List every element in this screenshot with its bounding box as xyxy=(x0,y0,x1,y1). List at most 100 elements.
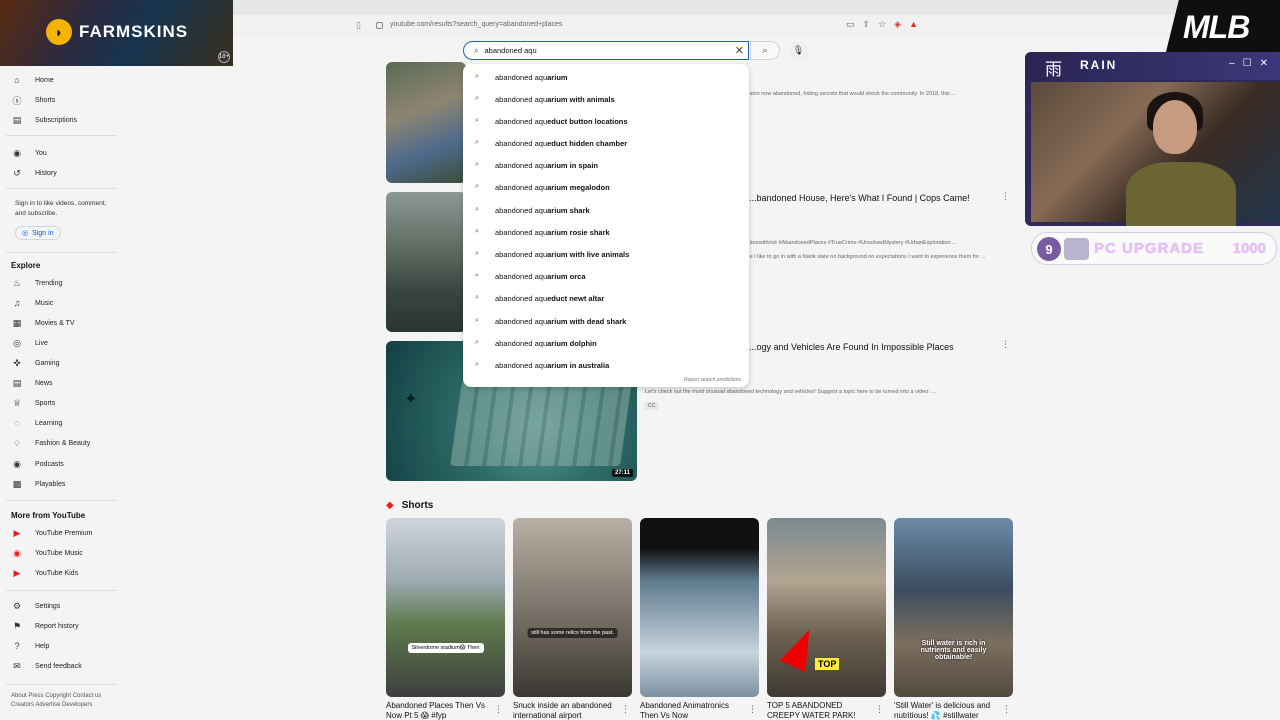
short-title[interactable]: Abandoned Places Then Vs Now Pt 5 😱 #fyp xyxy=(386,701,490,720)
bookmark-icon[interactable]: ▯ xyxy=(356,20,361,31)
suggestion-item[interactable]: ⌕ abandoned aqu arium shark xyxy=(463,200,749,220)
suggestion-item[interactable]: ⌕ abandoned aqu arium with live animals xyxy=(463,244,749,264)
more-options-icon[interactable]: ⋮ xyxy=(875,704,884,715)
close-icon: ✕ xyxy=(1259,58,1268,69)
suggestion-item[interactable]: ⌕ abandoned aqu arium megalodon xyxy=(463,177,749,197)
farmskins-text: FARMSKINS xyxy=(79,22,189,41)
signin-prompt: Sign in to like videos, comment, and sub… xyxy=(15,200,107,217)
suggestion-item[interactable]: ⌕ abandoned aqu arium in australia xyxy=(463,355,749,375)
more-options-icon[interactable]: ⋮ xyxy=(748,704,757,715)
short-title[interactable]: TOP 5 ABANDONED CREEPY WATER PARK! xyxy=(767,701,871,720)
suggestion-item[interactable]: ⌕ abandoned aqu arium in spain xyxy=(463,155,749,175)
star-icon[interactable]: ☆ xyxy=(878,19,886,30)
sidebar-item-home[interactable]: ⌂ Home xyxy=(11,72,53,88)
sidebar-item-you[interactable]: ◉ You xyxy=(11,145,47,161)
short-thumbnail[interactable]: TOP xyxy=(767,518,886,697)
short-title[interactable]: Abandoned Animatronics Then Vs Now xyxy=(640,701,744,720)
sidebar-item-music[interactable]: ♫ Music xyxy=(11,295,54,311)
sidebar-item-feedback[interactable]: ✉ Send feedback xyxy=(11,658,81,674)
youtube-kids-icon: ▶ xyxy=(13,567,21,578)
short-thumbnail[interactable] xyxy=(640,518,759,697)
more-from-youtube-title: More from YouTube xyxy=(11,511,86,520)
short-thumbnail[interactable]: Silverdome stadium😱 Then xyxy=(386,518,505,697)
suggestion-item[interactable]: ⌕ abandoned aqu arium orca xyxy=(463,266,749,286)
search-input[interactable]: ⌕ abandoned aqu ✕ xyxy=(463,41,749,60)
suggestion-item[interactable]: ⌕ abandoned aqu educt newt altar xyxy=(463,288,749,308)
mlb-text: MLB xyxy=(1183,9,1250,45)
upgrade-label: PC UPGRADE xyxy=(1094,240,1205,257)
result-description: ...sion now abandoned, hiding secrets th… xyxy=(745,91,956,97)
help-icon: ? xyxy=(14,641,20,651)
suggestion-item[interactable]: ⌕ abandoned aqu arium rosie shark xyxy=(463,222,749,242)
podcasts-icon: ◉ xyxy=(13,458,21,469)
microphone-icon: 🎙 xyxy=(792,45,805,55)
footer-links[interactable]: About Press Copyright Contact us Creator… xyxy=(11,692,111,710)
tab-strip xyxy=(233,0,1280,15)
alert-icon[interactable]: ▲ xyxy=(909,19,918,30)
suggestion-item[interactable]: ⌕ abandoned aqu arium dolphin xyxy=(463,333,749,353)
short-thumbnail[interactable]: still has some relics from the past. xyxy=(513,518,632,697)
more-options-icon[interactable]: ⋮ xyxy=(1001,191,1010,202)
short-title[interactable]: 'Still Water' is delicious and nutritiou… xyxy=(894,701,998,720)
report-search-predictions[interactable]: Report search predictions xyxy=(684,377,741,383)
result-title[interactable]: ...bandoned House, Here's What I Found |… xyxy=(749,193,970,203)
sidebar-item-podcasts[interactable]: ◉ Podcasts xyxy=(11,456,64,472)
share-icon[interactable]: ⇪ xyxy=(863,19,871,30)
more-options-icon[interactable]: ⋮ xyxy=(1001,339,1010,350)
short-title[interactable]: Snuck inside an abandoned international … xyxy=(513,701,617,720)
age-rating-badge: 18+ xyxy=(218,51,230,63)
short-caption: TOP xyxy=(815,658,840,670)
result-title[interactable]: ...ogy and Vehicles Are Found In Impossi… xyxy=(749,342,954,352)
webcam-feed xyxy=(1031,82,1280,226)
more-options-icon[interactable]: ⋮ xyxy=(1002,704,1011,715)
shorts-icon: ⓢ xyxy=(12,95,22,106)
address-url[interactable]: youtube.com/results?search_query=abandon… xyxy=(390,21,562,28)
sidebar-item-settings[interactable]: ⚙ Settings xyxy=(11,598,60,614)
voice-search-button[interactable]: 🎙 xyxy=(789,41,808,60)
result-thumbnail[interactable] xyxy=(386,192,466,332)
sidebar-item-history[interactable]: ↺ History xyxy=(11,165,57,181)
sidebar-item-help[interactable]: ? Help xyxy=(11,638,49,654)
sidebar-item-subscriptions[interactable]: ▤ Subscriptions xyxy=(11,112,77,128)
shield-icon[interactable]: ◈ xyxy=(894,19,901,30)
diver-figure: ✦ xyxy=(404,391,418,408)
sidebar-item-report-history[interactable]: ⚑ Report history xyxy=(11,618,79,634)
suggestion-item[interactable]: ⌕ abandoned aqu arium with dead shark xyxy=(463,311,749,331)
sidebar-item-premium[interactable]: ▶ YouTube Premium xyxy=(11,525,93,541)
clear-search-icon[interactable]: ✕ xyxy=(735,44,744,57)
site-info-icon[interactable] xyxy=(376,22,383,29)
cast-icon[interactable]: ▭ xyxy=(846,19,855,30)
suggestion-item[interactable]: ⌕ abandoned aqu educt button locations xyxy=(463,111,749,131)
suggestion-item[interactable]: ⌕ abandoned aqu arium with animals xyxy=(463,89,749,109)
sidebar-item-movies[interactable]: ▦ Movies & TV xyxy=(11,315,75,331)
sidebar-item-fashion[interactable]: ♢ Fashion & Beauty xyxy=(11,435,90,451)
sidebar-item-learning[interactable]: ◌ Learning xyxy=(11,415,62,431)
sidebar-item-shorts[interactable]: ⓢ Shorts xyxy=(11,92,55,108)
result-thumbnail[interactable] xyxy=(386,62,466,183)
signin-button[interactable]: ◎ Sign in xyxy=(15,226,61,240)
cc-badge: CC xyxy=(645,402,659,410)
sidebar-item-trending[interactable]: ♨ Trending xyxy=(11,275,62,291)
short-caption: Silverdome stadium😱 Then xyxy=(407,643,484,653)
search-button[interactable]: ⌕ xyxy=(750,41,780,60)
short-thumbnail[interactable]: Still water is rich in nutrients and eas… xyxy=(894,518,1013,697)
you-icon: ◉ xyxy=(13,147,21,158)
sidebar-item-live[interactable]: ◎ Live xyxy=(11,335,48,351)
mlb-logo: MLB xyxy=(1165,0,1280,56)
more-options-icon[interactable]: ⋮ xyxy=(621,704,630,715)
gear-icon: ⚙ xyxy=(12,600,22,611)
sidebar-item-news[interactable]: ▤ News xyxy=(11,375,53,391)
suggestion-item[interactable]: ⌕ abandoned aqu educt hidden chamber xyxy=(463,133,749,153)
short-caption: Still water is rich in nutrients and eas… xyxy=(920,640,987,661)
sidebar-item-playables[interactable]: ▩ Playables xyxy=(11,476,66,492)
sidebar-item-sports[interactable]: ♕ Sports xyxy=(11,395,55,411)
suggestion-item[interactable]: ⌕ abandoned aqu arium xyxy=(463,67,749,87)
sidebar-item-yt-music[interactable]: ◉ YouTube Music xyxy=(11,545,83,561)
sidebar-item-gaming[interactable]: ✜ Gaming xyxy=(11,355,59,371)
extension-icons: ▭ ⇪ ☆ ◈ ▲ xyxy=(846,19,918,30)
playables-icon: ▩ xyxy=(12,478,22,489)
more-options-icon[interactable]: ⋮ xyxy=(494,704,503,715)
learning-icon: ◌ xyxy=(14,418,20,428)
sidebar-item-kids[interactable]: ▶ YouTube Kids xyxy=(11,565,79,581)
search-value[interactable]: abandoned aqu xyxy=(484,46,536,55)
